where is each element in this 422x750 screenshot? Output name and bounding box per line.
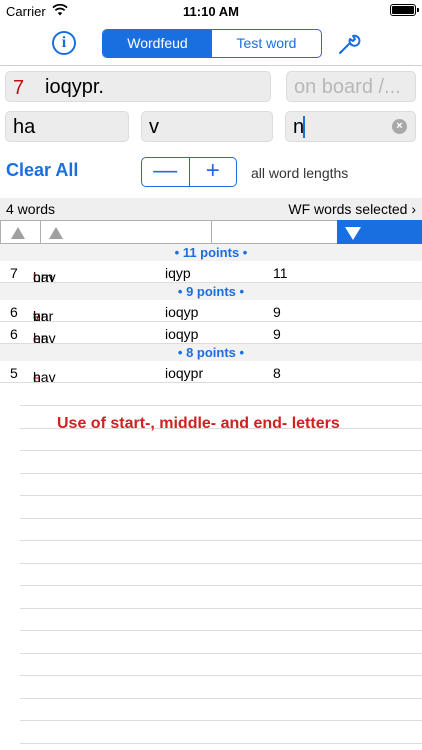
list-item[interactable]: 6 har v en ioqyp 9 [0, 300, 422, 324]
on-board-placeholder: on board /... [294, 76, 401, 98]
points: 9 [273, 326, 281, 342]
word-length: 6 [10, 326, 18, 342]
clear-all-button[interactable]: Clear All [6, 160, 78, 181]
sort-length-button[interactable] [0, 220, 41, 244]
letter-count: 7 [13, 77, 25, 99]
sort-ascending-icon [49, 227, 63, 239]
start-letters-value: ha [13, 116, 36, 138]
letters-value: ioqypr. [45, 76, 104, 98]
increase-length-button[interactable]: + [188, 158, 237, 186]
toolbar: i Wordfeud Test word [0, 22, 422, 66]
ruled-line [20, 563, 422, 564]
letters-input[interactable]: 7 ioqypr. [5, 71, 271, 102]
text-cursor [303, 116, 305, 138]
battery-icon [390, 4, 419, 16]
group-header: • 8 points • [0, 344, 422, 361]
word-length: 7 [10, 265, 18, 281]
points: 9 [273, 304, 281, 320]
points: 11 [273, 265, 288, 281]
ruled-line [20, 698, 422, 699]
group-header: • 9 points • [0, 283, 422, 300]
on-board-input[interactable]: on board /... [286, 71, 416, 102]
remaining-letters: iqyp [165, 265, 191, 281]
ruled-line [20, 450, 422, 451]
end-letters-input[interactable]: n × [285, 111, 416, 142]
middle-letters-value: v [149, 116, 159, 138]
ruled-line [20, 518, 422, 519]
ruled-line [20, 720, 422, 721]
sort-ascending-icon [11, 227, 25, 239]
ruled-line [20, 608, 422, 609]
caption-text: Use of start-, middle- and end- letters [57, 415, 340, 432]
ruled-line [20, 585, 422, 586]
remaining-letters: ioqypr [165, 365, 204, 381]
remaining-letters: ioqyp [165, 326, 199, 342]
ruled-line [20, 495, 422, 496]
ruled-line [20, 473, 422, 474]
list-item[interactable]: 7 hav t orn iqyp 11 [0, 261, 422, 285]
word-selection-label: WF words selected [288, 201, 408, 217]
word-length: 5 [10, 365, 18, 381]
word-length: 6 [10, 304, 18, 320]
ruled-line [20, 630, 422, 631]
sort-remaining-button[interactable] [211, 220, 338, 244]
decrease-length-button[interactable]: — [142, 158, 189, 186]
group-header: • 11 points • [0, 244, 422, 261]
wrench-icon[interactable] [336, 31, 362, 57]
status-bar: Carrier 11:10 AM [0, 0, 422, 22]
remaining-letters: ioqyp [165, 304, 199, 320]
ruled-line [20, 743, 422, 744]
sort-word-button[interactable] [40, 220, 212, 244]
length-stepper: — + [141, 157, 237, 187]
ruled-line [20, 675, 422, 676]
points: 8 [273, 365, 281, 381]
tab-test-word[interactable]: Test word [212, 30, 321, 57]
results-info-row: 4 words WF words selected › [0, 198, 422, 220]
mode-segmented-control: Wordfeud Test word [102, 29, 322, 58]
ruled-line [20, 405, 422, 406]
sort-points-button[interactable] [337, 220, 422, 244]
info-button[interactable]: i [52, 31, 76, 55]
clear-field-icon[interactable]: × [392, 119, 407, 134]
clock: 11:10 AM [183, 4, 239, 19]
middle-letters-input[interactable]: v [141, 111, 273, 142]
ruled-line [20, 540, 422, 541]
chevron-right-icon: › [411, 201, 416, 217]
sort-header [0, 220, 422, 244]
tab-wordfeud[interactable]: Wordfeud [103, 30, 212, 57]
start-letters-input[interactable]: ha [5, 111, 129, 142]
list-item[interactable]: 6 hav r en ioqyp 9 [0, 322, 422, 346]
word-length-label: all word lengths [251, 165, 349, 181]
results-list: • 11 points • 7 hav t orn iqyp 11 • 9 poin… [0, 244, 422, 385]
sort-descending-icon [345, 227, 361, 240]
word-count: 4 words [6, 201, 56, 217]
word-selection-link[interactable]: WF words selected › [288, 201, 416, 217]
ruled-line [20, 653, 422, 654]
list-item[interactable]: 5 hav e n ioqypr 8 [0, 361, 422, 385]
